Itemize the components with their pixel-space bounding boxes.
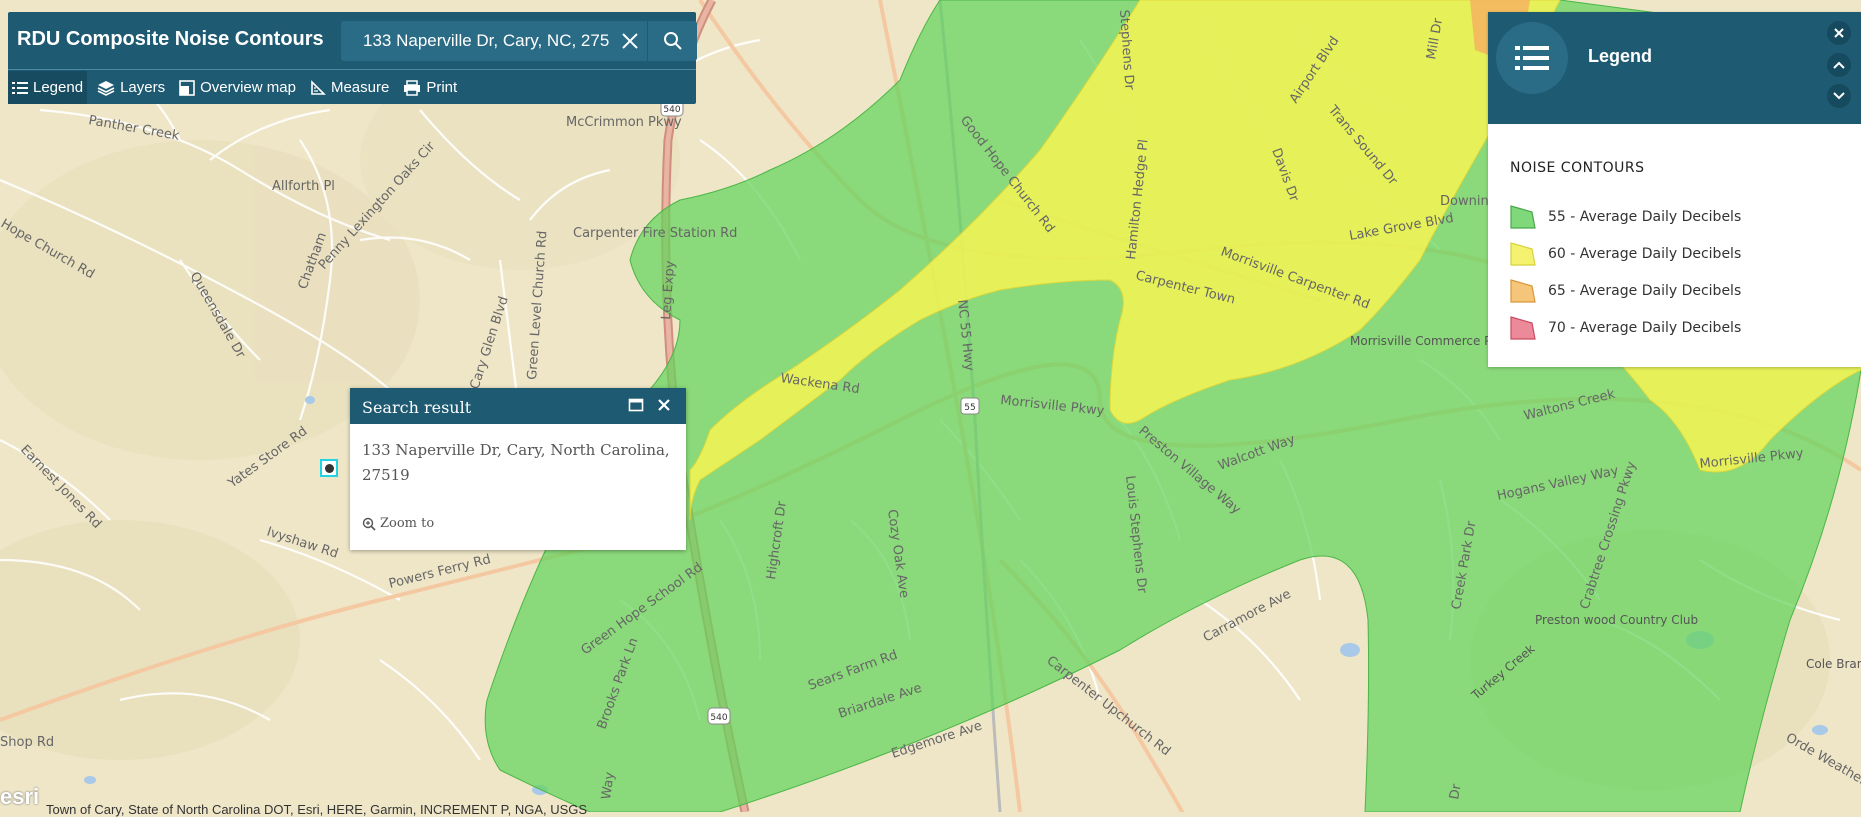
popup-title: Search result <box>362 398 472 417</box>
legend-expand-button[interactable] <box>1827 84 1851 108</box>
search-box <box>341 21 697 61</box>
legend-item: 60 - Average Daily Decibels <box>1510 235 1861 272</box>
svg-text:55: 55 <box>964 403 975 413</box>
print-tool-button[interactable]: Print <box>399 71 461 104</box>
search-input[interactable] <box>351 21 623 61</box>
legend-swatch-65 <box>1510 278 1536 303</box>
legend-item: 55 - Average Daily Decibels <box>1510 198 1861 235</box>
chevron-up-icon <box>1833 61 1845 69</box>
legend-list-icon <box>12 81 28 94</box>
overview-map-tool-label: Overview map <box>200 79 296 96</box>
app-header: RDU Composite Noise Contours Legend Laye… <box>8 12 697 105</box>
legend-item: 65 - Average Daily Decibels <box>1510 272 1861 309</box>
legend-close-button[interactable] <box>1827 21 1851 45</box>
search-button[interactable] <box>647 21 698 61</box>
label-cole-branch: Cole Branch <box>1806 657 1861 671</box>
toolbar: Legend Layers Overview map Measure Print <box>8 69 696 105</box>
route-shield-540-south: 540 <box>707 707 731 725</box>
layers-icon <box>97 80 115 96</box>
measure-icon <box>311 79 326 95</box>
close-icon <box>622 33 638 49</box>
label-commerce-park: Morrisville Commerce Park <box>1350 334 1510 348</box>
search-result-popup: Search result 133 Naperville Dr, Cary, N… <box>350 388 686 550</box>
search-icon <box>664 32 682 50</box>
header-top: RDU Composite Noise Contours <box>8 12 697 67</box>
chevron-down-icon <box>1833 92 1845 100</box>
label-allforth: Allforth Pl <box>272 179 335 194</box>
label-prestonwood: Preston wood Country Club <box>1535 613 1698 627</box>
legend-collapse-button[interactable] <box>1827 53 1851 77</box>
legend-swatch-55 <box>1510 204 1536 229</box>
search-clear-button[interactable] <box>613 21 647 61</box>
overview-map-icon <box>179 79 195 96</box>
search-location-marker[interactable] <box>320 459 338 477</box>
zoom-to-label: Zoom to <box>380 516 435 531</box>
legend-list-icon <box>1515 46 1549 70</box>
app-title: RDU Composite Noise Contours <box>17 28 324 50</box>
layers-tool-label: Layers <box>120 79 166 96</box>
legend-panel: Legend NOISE CONTOURS 55 - Average Daily… <box>1488 12 1861 367</box>
legend-swatch-70 <box>1510 315 1536 340</box>
location-dot <box>324 463 334 473</box>
popup-header: Search result <box>350 388 686 424</box>
legend-item-label: 60 - Average Daily Decibels <box>1548 245 1742 262</box>
label-mccrimmon: McCrimmon Pkwy <box>566 115 682 130</box>
svg-text:540: 540 <box>710 713 727 723</box>
svg-text:540: 540 <box>663 105 680 115</box>
legend-swatch-60 <box>1510 241 1536 266</box>
zoom-in-icon <box>362 517 376 531</box>
legend-item-label: 70 - Average Daily Decibels <box>1548 319 1742 336</box>
label-shop-rd: Shop Rd <box>0 735 54 750</box>
overview-map-tool-button[interactable]: Overview map <box>175 71 300 104</box>
close-icon <box>658 399 670 411</box>
legend-item: 70 - Average Daily Decibels <box>1510 309 1861 346</box>
measure-tool-button[interactable]: Measure <box>306 71 393 104</box>
legend-layer-title: NOISE CONTOURS <box>1510 160 1645 176</box>
legend-item-label: 65 - Average Daily Decibels <box>1548 282 1742 299</box>
measure-tool-label: Measure <box>330 79 390 96</box>
legend-tool-button[interactable]: Legend <box>8 71 88 104</box>
popup-maximize-button[interactable] <box>628 397 644 418</box>
popup-address: 133 Naperville Dr, Cary, North Carolina,… <box>362 441 670 484</box>
legend-header: Legend <box>1488 12 1861 124</box>
popup-close-button[interactable] <box>656 397 672 418</box>
legend-item-label: 55 - Average Daily Decibels <box>1548 208 1742 225</box>
legend-title: Legend <box>1588 46 1653 66</box>
map-attribution[interactable]: Town of Cary, State of North Carolina DO… <box>46 802 587 817</box>
legend-body: NOISE CONTOURS 55 - Average Daily Decibe… <box>1488 124 1861 346</box>
route-shield-55: 55 <box>960 397 980 415</box>
close-icon <box>1834 28 1844 38</box>
esri-logo: esri <box>0 784 40 809</box>
maximize-icon <box>628 398 644 412</box>
print-tool-label: Print <box>426 79 458 96</box>
print-icon <box>404 79 421 96</box>
label-downing: Downin <box>1440 194 1489 209</box>
zoom-to-link[interactable]: Zoom to <box>362 516 434 531</box>
legend-tool-label: Legend <box>33 79 84 96</box>
layers-tool-button[interactable]: Layers <box>93 71 169 104</box>
label-carpenter-fire-station: Carpenter Fire Station Rd <box>573 226 737 241</box>
legend-panel-icon <box>1496 22 1568 94</box>
